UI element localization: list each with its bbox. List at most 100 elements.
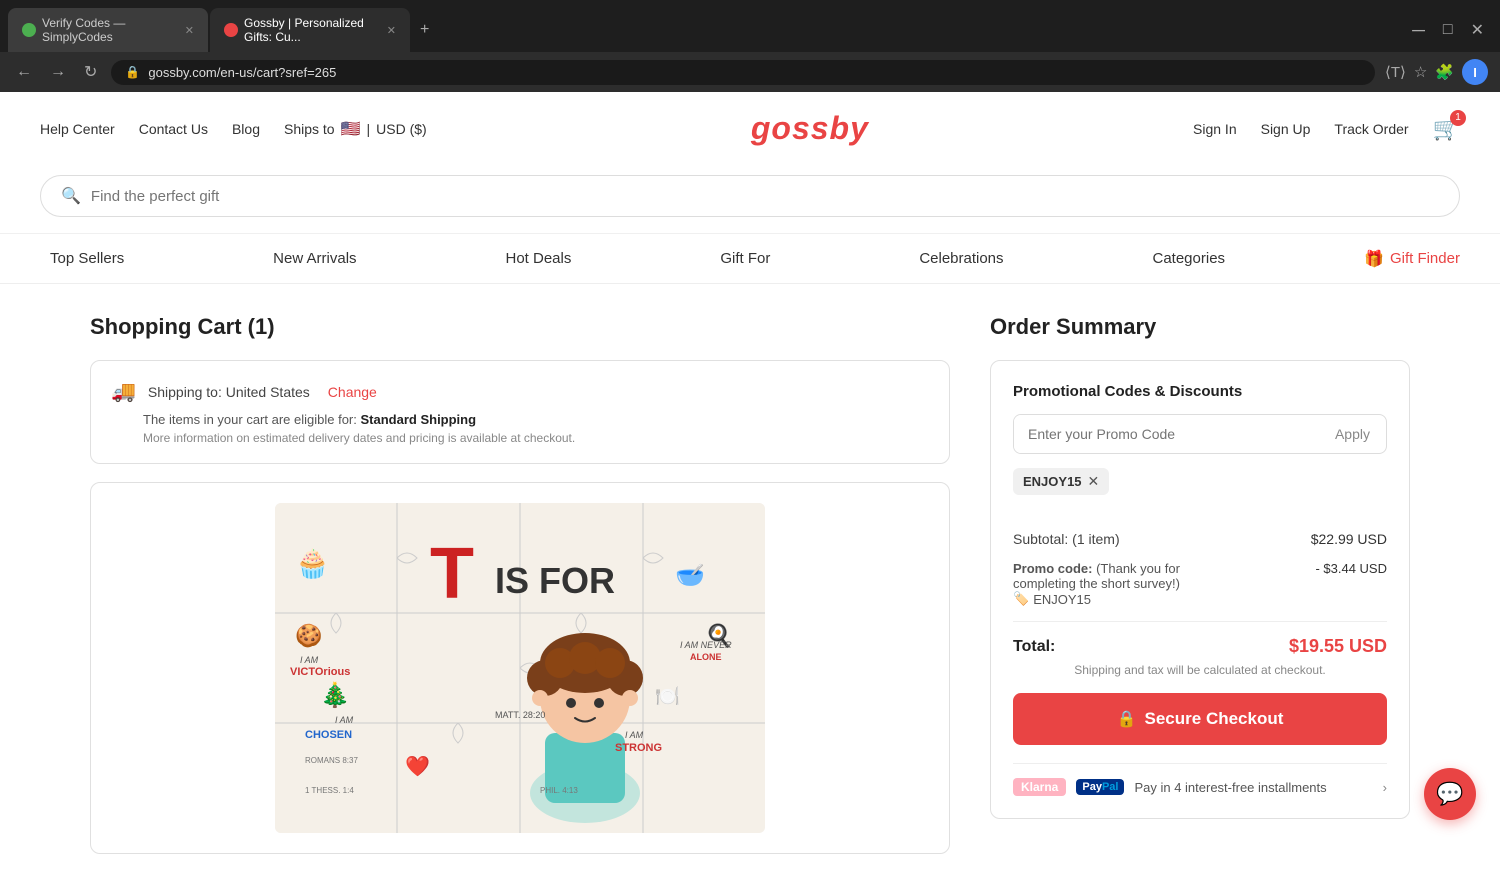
site-logo[interactable]: gossby: [751, 110, 869, 147]
top-nav: Help Center Contact Us Blog Ships to 🇺🇸 …: [0, 92, 1500, 165]
svg-text:VICTOrious: VICTOrious: [290, 666, 350, 678]
shipping-type: Standard Shipping: [361, 412, 477, 427]
flag-icon: 🇺🇸: [341, 119, 361, 139]
shipping-truck-icon: 🚚: [111, 379, 136, 404]
browser-tab-1[interactable]: Verify Codes — SimplyCodes ✕: [8, 8, 208, 52]
cart-section: Shopping Cart (1) 🚚 Shipping to: United …: [90, 314, 950, 854]
profile-icon[interactable]: I: [1462, 59, 1488, 85]
promo-badge-row: 🏷️ ENJOY15: [1013, 591, 1213, 607]
svg-text:I AM: I AM: [335, 715, 354, 725]
klarna-paypal-row: Klarna PayPal Pay in 4 interest-free ins…: [1013, 763, 1387, 796]
maximize-button[interactable]: □: [1435, 17, 1461, 43]
checkout-btn-label: Secure Checkout: [1145, 709, 1284, 729]
cart-button[interactable]: 🛒 1: [1433, 116, 1460, 142]
total-label: Total:: [1013, 638, 1055, 656]
svg-text:1 THESS. 1:4: 1 THESS. 1:4: [305, 786, 354, 795]
tab-label-2: Gossby | Personalized Gifts: Cu...: [244, 16, 381, 44]
top-nav-left: Help Center Contact Us Blog Ships to 🇺🇸 …: [40, 119, 427, 139]
contact-us-link[interactable]: Contact Us: [139, 121, 208, 137]
tab-close-2[interactable]: ✕: [387, 24, 396, 37]
sign-in-link[interactable]: Sign In: [1193, 121, 1237, 137]
site-header: Help Center Contact Us Blog Ships to 🇺🇸 …: [0, 92, 1500, 284]
gift-finder-link[interactable]: 🎁 Gift Finder: [1364, 249, 1460, 269]
chat-icon: 💬: [1436, 781, 1463, 807]
promo-input-row: Apply: [1013, 414, 1387, 454]
translate-icon[interactable]: ⟨T⟩: [1385, 63, 1406, 81]
nav-gift-for[interactable]: Gift For: [710, 246, 780, 271]
checkout-button[interactable]: 🔒 Secure Checkout: [1013, 693, 1387, 745]
promo-label-note: Promo code: (Thank you for completing th…: [1013, 561, 1213, 591]
minimize-button[interactable]: ─: [1404, 16, 1433, 45]
promo-row: Promo code: (Thank you for completing th…: [1013, 561, 1387, 607]
product-svg: T IS FOR: [275, 503, 765, 833]
cart-badge: 1: [1450, 110, 1466, 126]
svg-text:ROMANS 8:37: ROMANS 8:37: [305, 756, 358, 765]
track-order-link[interactable]: Track Order: [1334, 121, 1408, 137]
paypal-logo: PayPal: [1076, 779, 1124, 795]
shipping-info: 🚚 Shipping to: United States Change The …: [90, 360, 950, 464]
main-nav: Top Sellers New Arrivals Hot Deals Gift …: [0, 233, 1500, 283]
svg-text:I AM: I AM: [625, 730, 644, 740]
bookmark-icon[interactable]: ☆: [1414, 63, 1427, 81]
search-input[interactable]: [91, 188, 1439, 205]
svg-text:T: T: [430, 534, 474, 614]
sign-up-link[interactable]: Sign Up: [1261, 121, 1311, 137]
gift-icon: 🎁: [1364, 249, 1384, 269]
promo-tag-row: ENJOY15 ✕: [1013, 468, 1387, 513]
eligible-text: The items in your cart are eligible for:…: [143, 412, 929, 427]
chat-button[interactable]: 💬: [1424, 768, 1476, 820]
promo-label: Promo code:: [1013, 561, 1092, 576]
product-card: T IS FOR: [90, 482, 950, 854]
svg-text:🎄: 🎄: [320, 681, 350, 709]
back-button[interactable]: ←: [12, 59, 36, 85]
svg-text:ALONE: ALONE: [690, 652, 722, 662]
promo-discount-value: - $3.44 USD: [1315, 561, 1387, 576]
browser-tabs: Verify Codes — SimplyCodes ✕ Gossby | Pe…: [0, 0, 1500, 52]
address-bar[interactable]: 🔒 gossby.com/en-us/cart?sref=265: [111, 60, 1375, 85]
apply-promo-button[interactable]: Apply: [1319, 415, 1386, 453]
search-input-wrap: 🔍: [40, 175, 1460, 217]
promo-section-title: Promotional Codes & Discounts: [1013, 383, 1387, 400]
total-value: $19.55 USD: [1289, 636, 1387, 657]
svg-text:❤️: ❤️: [405, 755, 430, 778]
blog-link[interactable]: Blog: [232, 121, 260, 137]
page-content: Shopping Cart (1) 🚚 Shipping to: United …: [50, 284, 1450, 884]
browser-tab-2[interactable]: Gossby | Personalized Gifts: Cu... ✕: [210, 8, 410, 52]
svg-text:PHIL. 4:13: PHIL. 4:13: [540, 786, 578, 795]
promo-code-input[interactable]: [1014, 415, 1319, 453]
browser-chrome: Verify Codes — SimplyCodes ✕ Gossby | Pe…: [0, 0, 1500, 92]
extensions-icon[interactable]: 🧩: [1435, 63, 1454, 81]
shipping-row: 🚚 Shipping to: United States Change: [111, 379, 929, 404]
tab-favicon-2: [224, 23, 238, 37]
installment-text: Pay in 4 interest-free installments: [1134, 780, 1372, 795]
summary-title: Order Summary: [990, 314, 1410, 340]
help-center-link[interactable]: Help Center: [40, 121, 115, 137]
tab-label-1: Verify Codes — SimplyCodes: [42, 16, 179, 44]
nav-top-sellers[interactable]: Top Sellers: [40, 246, 134, 271]
forward-button[interactable]: →: [46, 59, 70, 85]
ships-to: Ships to 🇺🇸 | USD ($): [284, 119, 427, 139]
remove-promo-button[interactable]: ✕: [1088, 473, 1100, 490]
svg-text:🍽️: 🍽️: [655, 686, 680, 708]
promo-badge-code: ENJOY15: [1033, 592, 1091, 607]
nav-new-arrivals[interactable]: New Arrivals: [263, 246, 366, 271]
gift-finder-label: Gift Finder: [1390, 250, 1460, 267]
nav-celebrations[interactable]: Celebrations: [909, 246, 1013, 271]
svg-text:🥣: 🥣: [675, 562, 705, 589]
delivery-note: More information on estimated delivery d…: [143, 431, 929, 445]
svg-text:CHOSEN: CHOSEN: [305, 729, 352, 741]
tab-favicon-1: [22, 23, 36, 37]
nav-hot-deals[interactable]: Hot Deals: [496, 246, 582, 271]
add-tab-button[interactable]: +: [412, 17, 437, 43]
subtotal-label: Subtotal: (1 item): [1013, 531, 1120, 547]
nav-categories[interactable]: Categories: [1143, 246, 1236, 271]
search-bar: 🔍: [0, 165, 1500, 233]
change-shipping-link[interactable]: Change: [328, 384, 377, 400]
refresh-button[interactable]: ↻: [80, 58, 101, 86]
tab-close-1[interactable]: ✕: [185, 24, 194, 37]
search-icon: 🔍: [61, 186, 81, 206]
klarna-logo: Klarna: [1013, 778, 1066, 796]
svg-text:🍪: 🍪: [295, 623, 322, 648]
svg-text:STRONG: STRONG: [615, 742, 662, 754]
close-window-button[interactable]: ✕: [1463, 16, 1492, 44]
